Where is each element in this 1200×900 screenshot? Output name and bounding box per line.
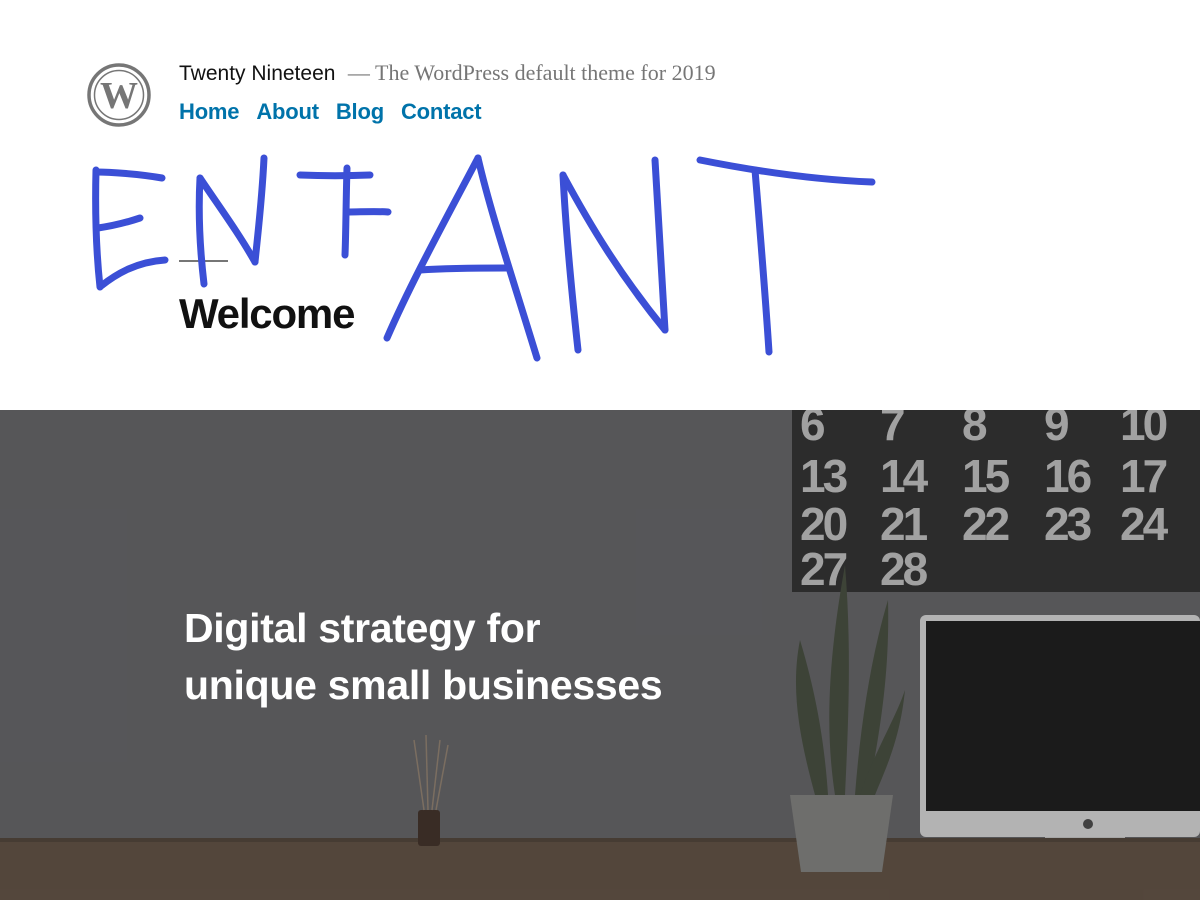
svg-text:W: W xyxy=(100,75,138,117)
hero-heading: Digital strategy for unique small busine… xyxy=(184,600,663,714)
title-separator: — xyxy=(347,60,370,85)
title-divider xyxy=(179,260,228,262)
site-title[interactable]: Twenty Nineteen xyxy=(179,62,335,85)
wordpress-logo-icon[interactable]: W xyxy=(86,62,152,128)
nav-link-blog[interactable]: Blog xyxy=(336,99,384,125)
main-navigation: Home About Blog Contact xyxy=(179,99,482,125)
hero-section: 6 7 8 9 10 13 14 15 16 17 20 21 22 23 24… xyxy=(0,410,1200,900)
page-title: Welcome xyxy=(179,290,355,337)
site-tagline: The WordPress default theme for 2019 xyxy=(375,60,716,85)
site-header: W Twenty Nineteen — The WordPress defaul… xyxy=(0,0,1200,410)
nav-link-about[interactable]: About xyxy=(256,99,319,125)
hero-heading-line-2: unique small businesses xyxy=(184,662,663,708)
site-description: — The WordPress default theme for 2019 xyxy=(348,60,716,85)
nav-link-contact[interactable]: Contact xyxy=(401,99,482,125)
hero-heading-line-1: Digital strategy for xyxy=(184,605,541,651)
site-branding: Twenty Nineteen — The WordPress default … xyxy=(179,60,716,86)
nav-link-home[interactable]: Home xyxy=(179,99,240,125)
